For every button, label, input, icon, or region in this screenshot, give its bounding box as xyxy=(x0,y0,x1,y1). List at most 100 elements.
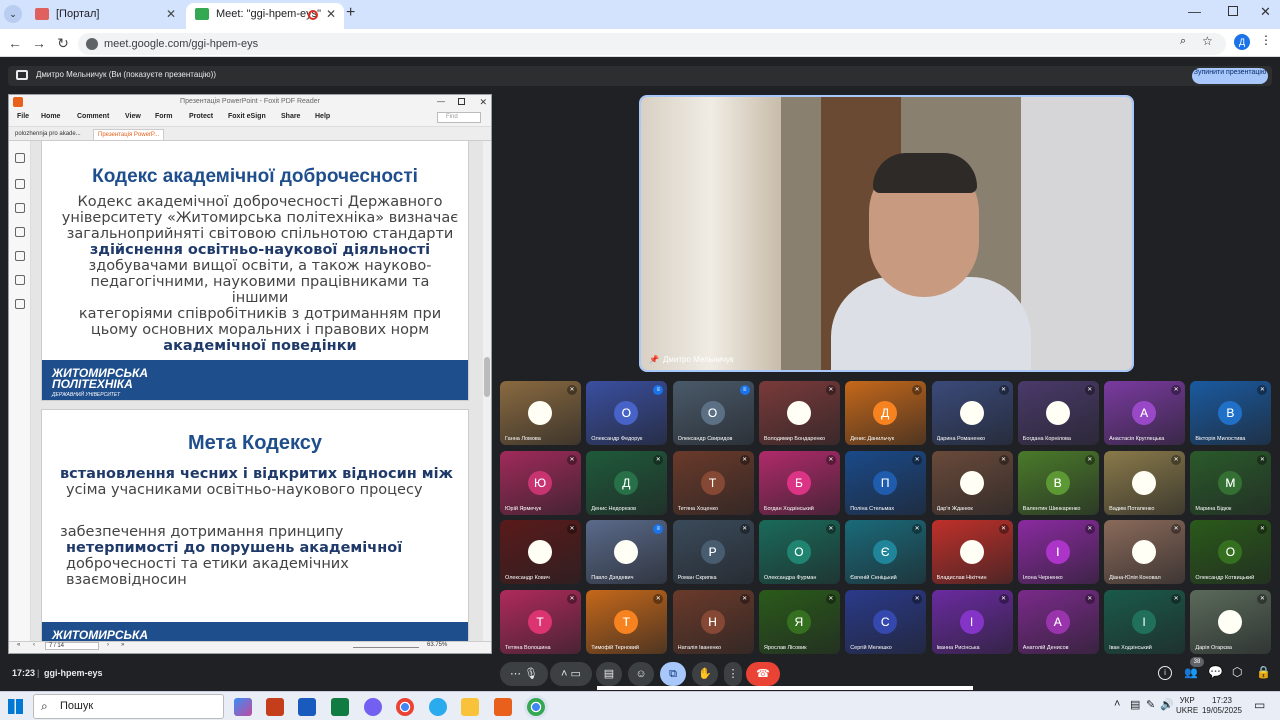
last-page-icon[interactable]: » xyxy=(121,642,124,648)
participant-tile[interactable]: ✕ Богдана Корнілова xyxy=(1017,381,1099,445)
language-indicator[interactable]: УКР UKRE xyxy=(1176,696,1198,716)
menu-view[interactable]: View xyxy=(125,113,141,120)
attachments-panel-icon[interactable] xyxy=(15,251,25,261)
participant-tile[interactable]: Т ✕ Тимофій Терновий xyxy=(586,589,668,654)
participant-tile[interactable]: Д ✕ Денис Недорезов xyxy=(586,450,668,515)
menu-file[interactable]: File xyxy=(17,113,29,120)
notification-icon[interactable]: ▭ xyxy=(1254,698,1265,712)
doc-tab-presentation[interactable]: Презентація PowerP... xyxy=(93,129,165,141)
participant-tile[interactable]: Ю ✕ Юрій Ярмечук xyxy=(500,450,581,515)
pdf-vertical-scrollbar[interactable] xyxy=(483,141,491,643)
back-icon[interactable]: ← xyxy=(5,33,25,53)
zoom-icon[interactable]: ⌕ xyxy=(1180,35,1186,48)
participant-tile[interactable]: Б ✕ Богдан Ходзінський xyxy=(758,450,840,515)
excel-icon[interactable] xyxy=(331,698,349,716)
telegram-icon[interactable] xyxy=(429,698,447,716)
participant-tile[interactable]: ✕ Вадим Потапенко xyxy=(1104,450,1186,515)
restore-icon[interactable] xyxy=(1228,6,1238,16)
participant-tile[interactable]: Є ✕ Євгеній Сеніцький xyxy=(845,520,927,584)
stop-presenting-button[interactable]: Зупинити презентацію xyxy=(1192,68,1268,84)
more-audio-button[interactable]: ⋯ 🎙 xyxy=(500,662,548,686)
menu-form[interactable]: Form xyxy=(155,113,173,120)
lock-icon[interactable]: 🔒 xyxy=(1256,665,1271,679)
tray-chevron-icon[interactable]: ˄ xyxy=(1114,698,1120,710)
minimize-icon[interactable]: — xyxy=(1188,4,1201,19)
participant-tile[interactable]: ≡ Павло Дзядевич xyxy=(586,520,668,584)
forward-icon[interactable]: → xyxy=(29,33,49,53)
reload-icon[interactable]: ↻ xyxy=(53,33,73,53)
camera-button[interactable]: ˄ ▭ xyxy=(550,662,592,686)
tab-meet[interactable]: Meet: "ggi-hpem-eys" ✕ xyxy=(186,3,344,29)
people-icon[interactable]: 👥 xyxy=(1184,666,1198,679)
participant-tile[interactable]: А ✕ Анастасія Круглецька xyxy=(1104,381,1186,445)
url-field[interactable]: meet.google.com/ggi-hpem-eys xyxy=(78,33,1226,55)
chrome-icon[interactable] xyxy=(396,698,414,716)
menu-share[interactable]: Share xyxy=(281,113,300,120)
new-tab-icon[interactable]: + xyxy=(346,4,355,22)
pin-icon[interactable]: 📌 xyxy=(649,355,659,364)
speaker-video-tile[interactable]: 📌 Дмитро Мельничук xyxy=(639,95,1134,372)
participant-tile[interactable]: ✕ Володимир Бондаренко xyxy=(758,381,840,445)
menu-esign[interactable]: Foxit eSign xyxy=(228,113,266,120)
captions-button[interactable]: ▤ xyxy=(596,662,622,686)
tab-portal[interactable]: [Портал] ✕ xyxy=(26,3,184,29)
emoji-button[interactable]: ☺ xyxy=(628,662,654,686)
next-page-icon[interactable]: › xyxy=(107,642,109,648)
participant-tile[interactable]: ✕ Владислав Нікітчин xyxy=(931,520,1013,584)
pdf-close-icon[interactable]: ✕ xyxy=(479,95,487,109)
present-button[interactable]: ⧉ xyxy=(660,662,686,686)
copilot-icon[interactable] xyxy=(234,698,252,716)
participant-tile[interactable]: О ≡ Олександр Свиридов xyxy=(672,381,754,445)
chrome-active-icon[interactable] xyxy=(527,698,545,716)
bookmark-panel-icon[interactable] xyxy=(15,153,25,163)
menu-help[interactable]: Help xyxy=(315,113,330,120)
bookmark-star-icon[interactable]: ☆ xyxy=(1202,34,1213,48)
zoom-slider[interactable] xyxy=(353,647,419,648)
menu-home[interactable]: Home xyxy=(41,113,60,120)
participant-tile[interactable]: ✕ Дар'я Жданюк xyxy=(931,450,1013,515)
participant-tile[interactable]: О ≡ Олександр Федорук xyxy=(586,381,668,445)
pen-icon[interactable]: ✎ xyxy=(1146,698,1155,711)
participant-tile[interactable]: І ✕ Іван Ходзінський xyxy=(1104,589,1186,654)
participant-tile[interactable]: М ✕ Марина Бідюк xyxy=(1190,450,1272,515)
participant-tile[interactable]: ✕ Олександр Кович xyxy=(500,520,581,584)
info-icon[interactable]: i xyxy=(1158,666,1172,680)
powerpoint-icon[interactable] xyxy=(266,698,284,716)
participant-tile[interactable]: Т ✕ Тетяна Хоценко xyxy=(672,450,754,515)
participant-tile[interactable]: С ✕ Сергій Мелешко xyxy=(845,589,927,654)
participant-tile[interactable]: П ✕ Поліна Стельмах xyxy=(845,450,927,515)
menu-comment[interactable]: Comment xyxy=(77,113,109,120)
file-explorer-icon[interactable] xyxy=(461,698,479,716)
participant-tile[interactable]: І ✕ Ілона Черненко xyxy=(1017,520,1099,584)
foxit-taskbar-icon[interactable] xyxy=(494,698,512,716)
windows-start-icon[interactable] xyxy=(8,699,23,714)
participant-tile[interactable]: Т ✕ Тетяна Волошина xyxy=(500,589,581,654)
signature-panel-icon[interactable] xyxy=(15,299,25,309)
layers-panel-icon[interactable] xyxy=(15,227,25,237)
participant-tile[interactable]: Р ✕ Роман Скрипка xyxy=(672,520,754,584)
pdf-maximize-icon[interactable] xyxy=(458,98,465,105)
find-field[interactable]: Find xyxy=(437,112,481,123)
pdf-minimize-icon[interactable]: — xyxy=(437,95,445,109)
close-icon[interactable]: ✕ xyxy=(166,3,176,25)
participant-tile[interactable]: О ✕ Олександра Фурман xyxy=(758,520,840,584)
participant-tile[interactable]: В ✕ Валентин Шинкаренко xyxy=(1017,450,1099,515)
volume-icon[interactable]: 🔊 xyxy=(1160,698,1174,711)
participant-tile[interactable]: Д ✕ Денис Данильчук xyxy=(845,381,927,445)
participant-tile[interactable]: ✕ Дарина Романенко xyxy=(931,381,1013,445)
more-options-button[interactable]: ⋮ xyxy=(724,662,742,686)
close-window-icon[interactable]: ✕ xyxy=(1260,4,1271,20)
page-indicator[interactable]: 7 / 14 xyxy=(45,642,99,650)
taskbar-search[interactable]: ⌕ Пошук xyxy=(33,694,224,719)
prev-page-icon[interactable]: ‹ xyxy=(33,642,35,648)
participant-tile[interactable]: ✕ Дарія Огарєва xyxy=(1190,589,1272,654)
participant-tile[interactable]: Я ✕ Ярослав Лісовик xyxy=(758,589,840,654)
clock[interactable]: 17:23 19/05/2025 xyxy=(1198,696,1246,716)
menu-protect[interactable]: Protect xyxy=(189,113,213,120)
participant-tile[interactable]: ✕ Ганна Ломова xyxy=(500,381,581,445)
participant-tile[interactable]: І ✕ Іванна Рисінська xyxy=(931,589,1013,654)
raise-hand-button[interactable]: ✋ xyxy=(692,662,718,686)
pdf-document-area[interactable]: Кодекс академічної доброчесності Кодекс … xyxy=(31,141,483,643)
network-icon[interactable]: ▤ xyxy=(1130,698,1140,711)
participant-tile[interactable]: А ✕ Анатолій Денисов xyxy=(1017,589,1099,654)
